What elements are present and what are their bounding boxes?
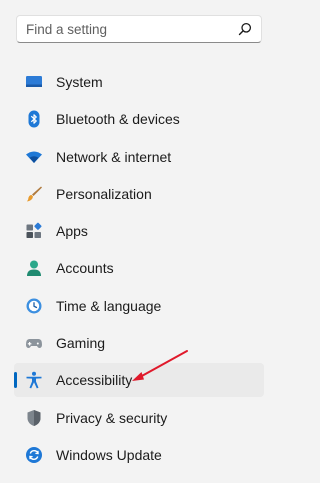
sidebar-item-accounts[interactable]: Accounts — [0, 250, 300, 287]
sidebar-item-label: Network & internet — [56, 148, 172, 165]
sidebar-item-label: Privacy & security — [56, 409, 168, 426]
sidebar-item-system[interactable]: System — [0, 64, 300, 101]
sidebar-item-windows-update[interactable]: Windows Update — [0, 437, 300, 474]
sidebar-item-label: Bluetooth & devices — [56, 111, 180, 128]
search-input[interactable] — [17, 16, 232, 42]
sidebar-item-network-internet[interactable]: Network & internet — [0, 139, 300, 176]
sidebar-item-label: Time & language — [56, 297, 162, 314]
sidebar-item-label: Windows Update — [56, 446, 162, 463]
globe-clock-icon — [25, 297, 43, 315]
search-box[interactable] — [16, 15, 262, 43]
shield-icon — [25, 409, 43, 427]
apps-icon — [25, 222, 43, 240]
accessibility-icon — [25, 371, 43, 389]
bluetooth-icon — [25, 110, 43, 128]
sidebar-item-time-language[interactable]: Time & language — [0, 288, 300, 325]
settings-nav: System Bluetooth & devices Network & int… — [0, 64, 300, 474]
sidebar-item-apps[interactable]: Apps — [0, 213, 300, 250]
sidebar-item-gaming[interactable]: Gaming — [0, 325, 300, 362]
wifi-icon — [25, 148, 43, 166]
sidebar-item-label: Personalization — [56, 185, 152, 202]
sidebar-item-label: Apps — [56, 223, 88, 240]
selection-indicator — [14, 372, 17, 389]
selected-highlight — [14, 363, 264, 398]
sidebar-item-label: Gaming — [56, 335, 106, 352]
sidebar-item-accessibility[interactable]: Accessibility — [0, 362, 300, 399]
sidebar-item-bluetooth-devices[interactable]: Bluetooth & devices — [0, 101, 300, 138]
sidebar-item-privacy-security[interactable]: Privacy & security — [0, 400, 300, 437]
sidebar-item-label: Accessibility — [56, 372, 133, 389]
person-icon — [25, 259, 43, 277]
sidebar-item-label: Accounts — [56, 260, 114, 277]
paintbrush-icon — [25, 185, 43, 203]
monitor-icon — [25, 73, 43, 91]
search-icon[interactable] — [238, 22, 252, 36]
gamepad-icon — [25, 334, 43, 352]
sidebar-item-label: System — [56, 74, 103, 90]
sidebar-item-personalization[interactable]: Personalization — [0, 176, 300, 213]
refresh-icon — [25, 446, 43, 464]
